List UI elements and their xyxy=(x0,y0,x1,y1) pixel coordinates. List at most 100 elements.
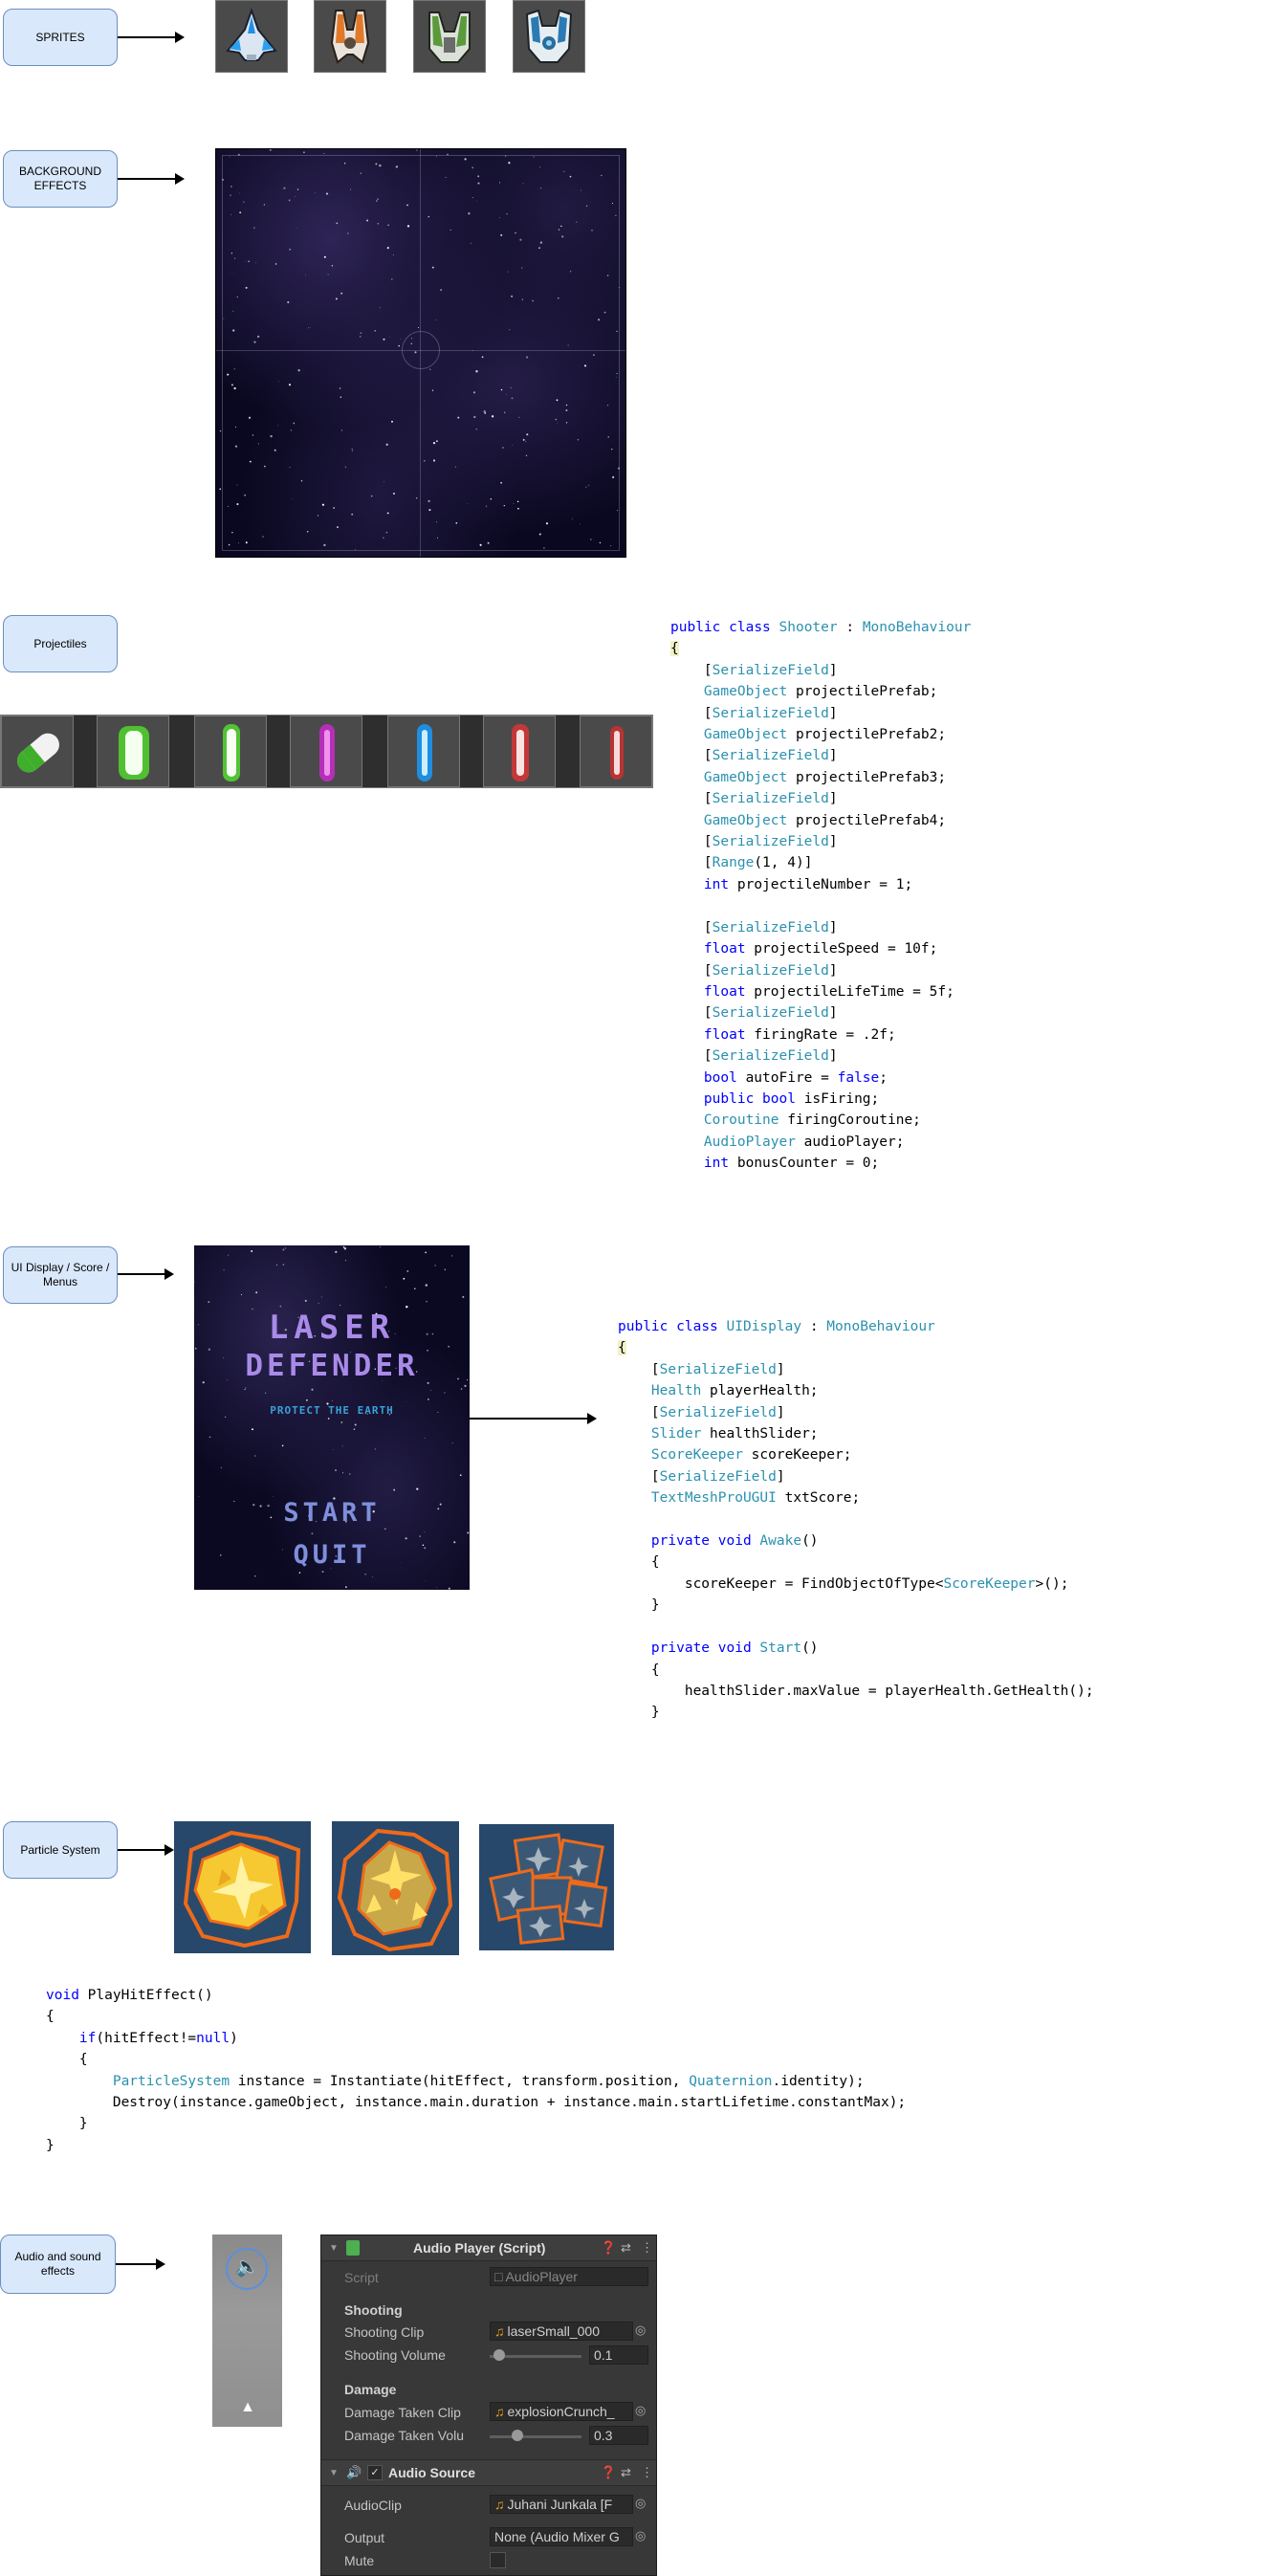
speaker-icon: 🔈 xyxy=(235,2257,259,2278)
damage-volume-slider[interactable] xyxy=(490,2435,581,2438)
code-line: bool autoFire = false; xyxy=(703,1069,888,1086)
code-line: { xyxy=(46,2009,55,2025)
star xyxy=(320,1296,322,1298)
shooting-volume-handle[interactable] xyxy=(493,2349,505,2361)
component-title: Audio Player (Script) xyxy=(413,2240,546,2256)
star xyxy=(281,1444,284,1447)
code-line: { xyxy=(618,1554,660,1571)
shooting-clip-label: Shooting Clip xyxy=(344,2324,425,2340)
audio-clip-icon: ♫ xyxy=(494,2323,505,2339)
code-line: } xyxy=(46,2137,55,2153)
code-line: float firingRate = .2f; xyxy=(703,1026,896,1043)
help-icon[interactable]: ❓ xyxy=(601,2465,616,2480)
star xyxy=(341,1445,343,1447)
star xyxy=(374,1448,376,1450)
star xyxy=(345,1586,347,1588)
code-line: private void Awake() xyxy=(650,1533,819,1550)
star xyxy=(416,1487,419,1490)
star xyxy=(333,1448,334,1450)
code-line: { xyxy=(618,1340,626,1356)
sprites-label: SPRITES xyxy=(3,9,118,66)
code-line: Slider healthSlider; xyxy=(650,1426,819,1442)
audio-player-header[interactable]: ▼ Audio Player (Script) ❓ ⇄ ⋮ xyxy=(321,2235,656,2261)
damage-clip-label: Damage Taken Clip xyxy=(344,2405,461,2420)
ui-display-arrow xyxy=(118,1268,174,1280)
star xyxy=(342,1246,345,1248)
star xyxy=(327,1418,330,1420)
code-line: public class Shooter : MonoBehaviour xyxy=(670,620,972,635)
object-picker-icon[interactable]: ◎ xyxy=(635,2528,646,2543)
object-picker-icon[interactable]: ◎ xyxy=(635,2323,646,2338)
shooter-code-block: public class Shooter : MonoBehaviour { [S… xyxy=(670,617,971,1175)
code-line: int projectileNumber = 1; xyxy=(703,876,913,892)
code-line: } xyxy=(46,2116,88,2132)
more-menu-icon[interactable]: ⋮ xyxy=(641,2465,653,2480)
damage-volume-value[interactable]: 0.3 xyxy=(589,2426,648,2445)
code-line: Health playerHealth; xyxy=(650,1383,819,1399)
star xyxy=(219,488,222,491)
star xyxy=(434,1265,436,1266)
object-picker-icon[interactable]: ◎ xyxy=(635,2403,646,2418)
star xyxy=(344,1260,346,1262)
script-file-icon: □ xyxy=(494,2269,503,2284)
preset-icon[interactable]: ⇄ xyxy=(621,2465,631,2480)
star xyxy=(332,1399,333,1401)
help-icon[interactable]: ❓ xyxy=(601,2240,616,2256)
star xyxy=(284,1247,287,1249)
star xyxy=(228,1254,230,1256)
menu-title-line1: LASER xyxy=(268,1309,396,1347)
star xyxy=(194,1281,195,1283)
foldout-arrow-icon[interactable]: ▼ xyxy=(329,2468,339,2478)
star xyxy=(273,1496,274,1497)
more-menu-icon[interactable]: ⋮ xyxy=(641,2240,653,2256)
star xyxy=(464,1384,467,1387)
foldout-arrow-icon[interactable]: ▼ xyxy=(329,2243,339,2254)
star xyxy=(264,1392,267,1394)
star xyxy=(425,1580,427,1581)
star xyxy=(279,1305,282,1308)
shooting-volume-value[interactable]: 0.1 xyxy=(589,2345,648,2365)
star xyxy=(305,1398,308,1401)
code-line: [SerializeField] xyxy=(670,834,838,850)
damage-clip-field[interactable]: ♫ explosionCrunch_ xyxy=(490,2402,633,2421)
enable-checkbox[interactable]: ✓ xyxy=(367,2465,383,2480)
audio-source-header[interactable]: ▼ 🔊 ✓ Audio Source ❓ ⇄ ⋮ xyxy=(321,2459,656,2486)
star xyxy=(341,1472,344,1474)
star xyxy=(244,1389,246,1391)
code-line: [SerializeField] xyxy=(670,962,838,979)
star xyxy=(426,1300,428,1303)
star xyxy=(436,1587,438,1588)
menu-start-button[interactable]: START xyxy=(194,1498,470,1528)
star xyxy=(223,1269,225,1271)
star xyxy=(254,1455,256,1457)
star xyxy=(372,1576,374,1578)
star xyxy=(414,1288,416,1289)
output-field[interactable]: None (Audio Mixer G xyxy=(490,2527,633,2546)
code-line: healthSlider.maxValue = playerHealth.Get… xyxy=(618,1683,1094,1699)
background-arrow xyxy=(118,173,185,185)
star xyxy=(269,149,272,151)
star xyxy=(318,1302,319,1304)
star xyxy=(251,1250,253,1252)
preset-icon[interactable]: ⇄ xyxy=(621,2240,631,2256)
code-line: TextMeshProUGUI txtScore; xyxy=(650,1490,861,1507)
mute-checkbox[interactable] xyxy=(490,2552,506,2568)
star xyxy=(462,1295,465,1298)
code-line: [SerializeField] xyxy=(670,705,838,721)
menu-quit-button[interactable]: QUIT xyxy=(194,1540,470,1570)
code-line: GameObject projectilePrefab4; xyxy=(703,812,947,828)
audioclip-field[interactable]: ♫ Juhani Junkala [F xyxy=(490,2495,633,2514)
star xyxy=(311,1388,314,1391)
projectiles-label: Projectiles xyxy=(3,615,118,672)
sprite-ship-green xyxy=(413,0,486,73)
damage-volume-handle[interactable] xyxy=(511,2430,523,2441)
star xyxy=(428,1398,429,1400)
hit-effect-code-block: void PlayHitEffect() { if(hitEffect!=null… xyxy=(46,1985,906,2156)
output-label: Output xyxy=(344,2530,385,2545)
code-line: [SerializeField] xyxy=(618,1468,785,1485)
shooting-clip-field[interactable]: ♫ laserSmall_000 xyxy=(490,2322,633,2341)
object-picker-icon[interactable]: ◎ xyxy=(635,2496,646,2511)
code-line: { xyxy=(46,2052,88,2068)
script-field: □ AudioPlayer xyxy=(490,2267,648,2286)
